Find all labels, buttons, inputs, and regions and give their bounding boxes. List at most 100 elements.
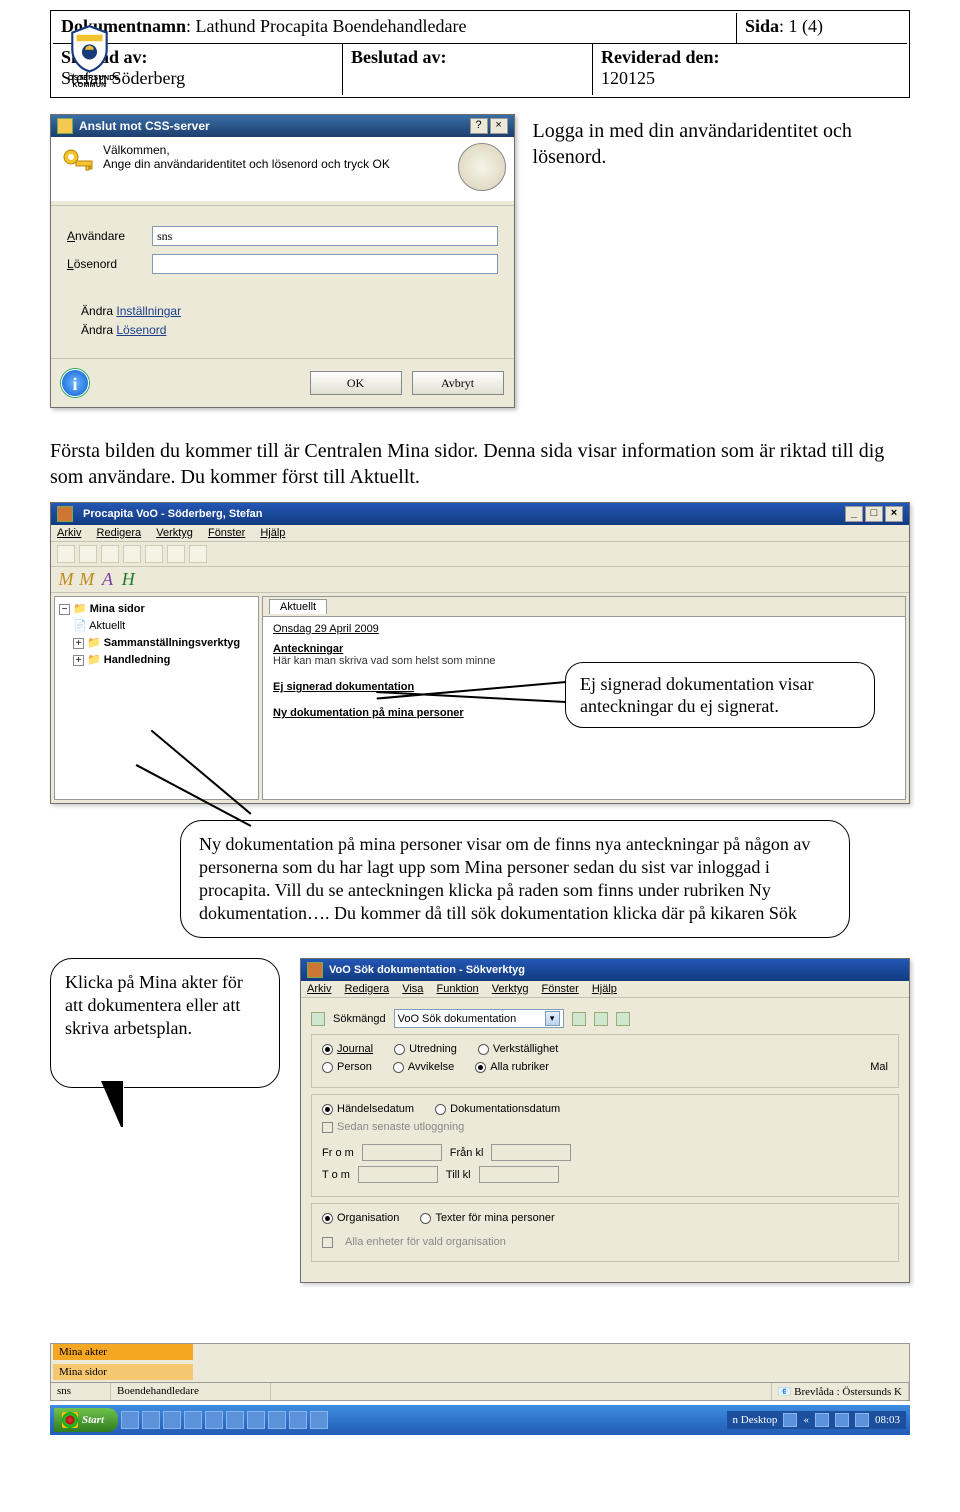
tray-icon[interactable] xyxy=(815,1413,829,1427)
tool-icon[interactable] xyxy=(123,545,141,563)
tool-icon[interactable] xyxy=(189,545,207,563)
chevron-down-icon[interactable]: ▾ xyxy=(545,1011,560,1026)
tray-icon[interactable] xyxy=(835,1413,849,1427)
quicklaunch-icon[interactable] xyxy=(205,1411,223,1429)
paragraph-1: Första bilden du kommer till är Centrale… xyxy=(50,438,910,490)
menu-item[interactable]: Redigera xyxy=(345,983,390,995)
quicklaunch-icon[interactable] xyxy=(121,1411,139,1429)
menu-item[interactable]: Arkiv xyxy=(307,983,331,995)
system-tray[interactable]: n Desktop « 08:03 xyxy=(727,1411,906,1429)
quicklaunch-icon[interactable] xyxy=(310,1411,328,1429)
radio-avvikelse[interactable] xyxy=(393,1062,404,1073)
rubrik-radiogroup: Journal Utredning Verkställighet Person … xyxy=(311,1034,899,1088)
menu-arkiv[interactable]: Arkiv xyxy=(57,527,81,539)
close-button[interactable]: × xyxy=(490,118,508,134)
callout-mina-akter: Klicka på Mina akter för att dokumentera… xyxy=(50,958,280,1088)
app-icon xyxy=(307,962,323,978)
menu-item[interactable]: Fönster xyxy=(542,983,579,995)
radio-journal[interactable] xyxy=(322,1044,333,1055)
help-button[interactable]: ? xyxy=(470,118,488,134)
letter-h-icon[interactable]: H xyxy=(119,569,137,590)
binoculars-icon[interactable] xyxy=(572,1012,586,1026)
quicklaunch-icon[interactable] xyxy=(142,1411,160,1429)
frankl-input[interactable] xyxy=(491,1144,571,1161)
letter-m-icon[interactable]: M xyxy=(57,569,75,590)
change-password-link[interactable]: Lösenord xyxy=(116,323,166,337)
instruction-text: Ange din användaridentitet och lösenord … xyxy=(103,157,450,171)
tool-icon[interactable] xyxy=(101,545,119,563)
chevron-left-icon[interactable]: « xyxy=(803,1414,809,1426)
radio-alla-rubriker[interactable] xyxy=(475,1062,486,1073)
login-dialog: Anslut mot CSS-server ? × Välkommen, Ang… xyxy=(50,114,515,408)
sok-titlebar[interactable]: VoO Sök dokumentation - Sökverktyg xyxy=(301,959,909,981)
menu-redigera[interactable]: Redigera xyxy=(97,527,142,539)
radio-verkstallighet[interactable] xyxy=(478,1044,489,1055)
date-heading: Onsdag 29 April 2009 xyxy=(273,623,895,635)
username-input[interactable] xyxy=(152,226,498,246)
tool-icon[interactable] xyxy=(616,1012,630,1026)
change-settings-link[interactable]: Inställningar xyxy=(116,304,181,318)
menu-item[interactable]: Visa xyxy=(402,983,423,995)
tab-aktuellt[interactable]: Aktuellt xyxy=(269,599,327,614)
nav-tree[interactable]: −Mina sidor Aktuellt +Sammanställningsve… xyxy=(54,596,259,800)
tool-icon[interactable] xyxy=(145,545,163,563)
password-label: Lösenord xyxy=(67,257,152,271)
ok-button[interactable]: OK xyxy=(310,371,402,395)
windows-taskbar[interactable]: Start n Desktop « 08:03 xyxy=(50,1405,910,1435)
tillkl-label: Till kl xyxy=(446,1169,471,1181)
titlebar[interactable]: Anslut mot CSS-server ? × xyxy=(51,115,514,137)
sok-dokumentation-window: VoO Sök dokumentation - Sökverktyg Arkiv… xyxy=(300,958,910,1283)
save-icon[interactable] xyxy=(311,1012,325,1026)
password-input[interactable] xyxy=(152,254,498,274)
radio-utredning[interactable] xyxy=(394,1044,405,1055)
app-titlebar[interactable]: Procapita VoO - Söderberg, Stefan _ □ × xyxy=(51,503,909,525)
quicklaunch-icon[interactable] xyxy=(184,1411,202,1429)
menubar[interactable]: Arkiv Redigera Verktyg Fönster Hjälp xyxy=(51,525,909,542)
quicklaunch-icon[interactable] xyxy=(289,1411,307,1429)
tom-input[interactable] xyxy=(358,1166,438,1183)
toolbar-letters: M M A H xyxy=(51,567,909,593)
start-button[interactable]: Start xyxy=(54,1408,118,1432)
letter-a-icon[interactable]: A xyxy=(99,569,117,590)
from-input[interactable] xyxy=(362,1144,442,1161)
tool-icon[interactable] xyxy=(167,545,185,563)
quicklaunch-icon[interactable] xyxy=(163,1411,181,1429)
letter-m-icon[interactable]: M xyxy=(78,569,96,590)
tool-icon[interactable] xyxy=(79,545,97,563)
menu-hjalp[interactable]: Hjälp xyxy=(260,527,285,539)
procapita-window: Procapita VoO - Söderberg, Stefan _ □ × … xyxy=(50,502,910,804)
cancel-button[interactable]: Avbryt xyxy=(412,371,504,395)
mina-akter-tab[interactable]: Mina akter xyxy=(53,1344,193,1360)
close-button[interactable]: × xyxy=(885,506,903,522)
minimize-button[interactable]: _ xyxy=(845,506,863,522)
quicklaunch-icon[interactable] xyxy=(268,1411,286,1429)
radio-dokumentationsdatum[interactable] xyxy=(435,1104,446,1115)
menu-verktyg[interactable]: Verktyg xyxy=(156,527,193,539)
section-anteckningar: Anteckningar xyxy=(273,643,895,655)
menu-item[interactable]: Verktyg xyxy=(492,983,529,995)
toolbar xyxy=(51,542,909,567)
radio-texter-mina-personer[interactable] xyxy=(420,1213,431,1224)
mina-sidor-tab[interactable]: Mina sidor xyxy=(53,1364,193,1380)
print-icon[interactable] xyxy=(594,1012,608,1026)
kommun-logo: ÖSTERSUNDS KOMMUN xyxy=(68,24,111,89)
tool-icon[interactable] xyxy=(57,545,75,563)
sokmangd-combo[interactable]: VoO Sök dokumentation▾ xyxy=(394,1009,564,1028)
menu-item[interactable]: Funktion xyxy=(436,983,478,995)
app-icon xyxy=(57,118,73,134)
radio-organisation[interactable] xyxy=(322,1213,333,1224)
radio-handelsedatum[interactable] xyxy=(322,1104,333,1115)
frankl-label: Från kl xyxy=(450,1147,484,1159)
menu-fonster[interactable]: Fönster xyxy=(208,527,245,539)
sok-menubar[interactable]: Arkiv Redigera Visa Funktion Verktyg Fön… xyxy=(301,981,909,998)
checkbox-sedan-utloggning[interactable] xyxy=(322,1122,333,1133)
menu-item[interactable]: Hjälp xyxy=(592,983,617,995)
tray-icon[interactable] xyxy=(855,1413,869,1427)
maximize-button[interactable]: □ xyxy=(865,506,883,522)
radio-person[interactable] xyxy=(322,1062,333,1073)
quicklaunch-icon[interactable] xyxy=(247,1411,265,1429)
checkbox-alla-enheter[interactable] xyxy=(322,1237,333,1248)
tray-icon[interactable] xyxy=(783,1413,797,1427)
quicklaunch-icon[interactable] xyxy=(226,1411,244,1429)
tillkl-input[interactable] xyxy=(479,1166,559,1183)
